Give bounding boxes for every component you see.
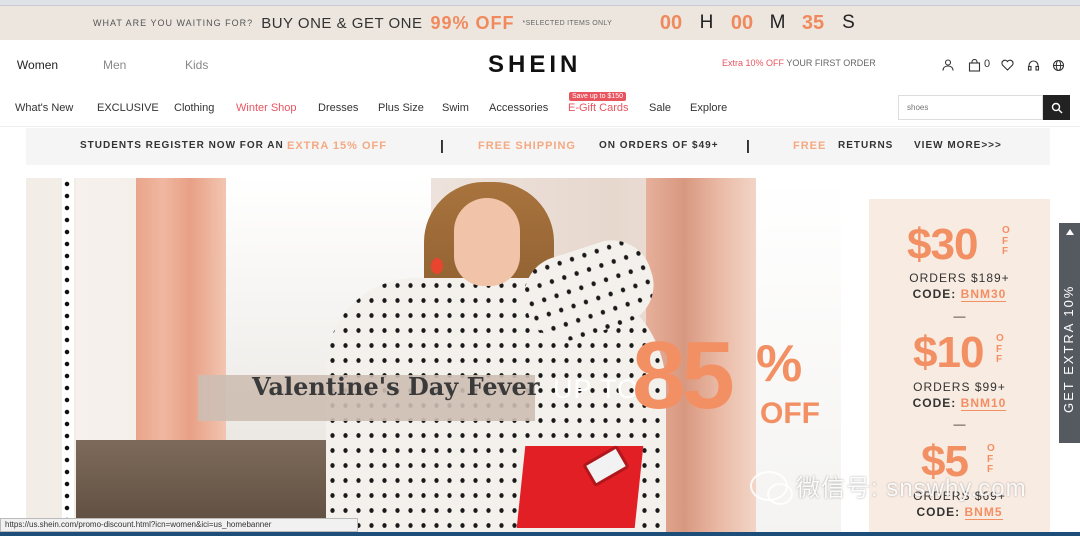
students-offer[interactable]: EXTRA 15% OFF	[287, 140, 387, 152]
hero-banner[interactable]: Valentine's Day Fever UP TO 85 % OFF	[26, 178, 841, 536]
hero-title: Valentine's Day Fever	[252, 372, 540, 401]
search-input[interactable]	[899, 96, 1042, 119]
status-bar-url: https://us.shein.com/promo-discount.html…	[0, 518, 358, 532]
coupon-code-label: CODE:	[916, 505, 961, 519]
watermark-text: 微信号: snswhy.com	[796, 475, 1027, 502]
first-order-offer[interactable]: Extra 10% OFF YOUR FIRST ORDER	[722, 58, 876, 68]
countdown-minutes-unit: M	[769, 12, 786, 33]
os-taskbar	[0, 532, 1080, 536]
countdown-hours-unit: H	[699, 12, 714, 33]
returns-text: RETURNS	[838, 140, 894, 151]
free-shipping-condition: ON ORDERS OF $49+	[599, 140, 719, 151]
promo-note: *SELECTED ITEMS ONLY	[522, 19, 613, 27]
coupon-off: OFF	[996, 333, 1004, 365]
coupon-code-value[interactable]: BNM10	[960, 396, 1007, 411]
shein-logo[interactable]: SHEIN	[488, 51, 581, 79]
nav-plus-size[interactable]: Plus Size	[378, 102, 424, 114]
bag-icon[interactable]	[966, 57, 982, 73]
wechat-icon	[750, 470, 793, 505]
view-more-link[interactable]: VIEW MORE>>>	[914, 140, 1002, 151]
first-order-rest: YOUR FIRST ORDER	[784, 58, 876, 68]
coupon-amount: $10	[913, 328, 984, 377]
bag-count: 0	[984, 58, 991, 70]
search-icon	[1051, 102, 1062, 113]
coupon-amount: $30	[907, 220, 978, 269]
coupon-code-value[interactable]: BNM30	[960, 287, 1007, 302]
coupon-code-value[interactable]: BNM5	[964, 505, 1003, 520]
coupon-orders: ORDERS $99+	[913, 380, 1006, 394]
promo-question: WHAT ARE YOU WAITING FOR?	[93, 18, 254, 28]
hero-percent-value: 85	[632, 322, 735, 429]
model-face	[454, 198, 520, 286]
nav-dresses[interactable]: Dresses	[318, 102, 358, 114]
globe-icon[interactable]	[1050, 57, 1066, 73]
tab-women[interactable]: Women	[0, 41, 75, 89]
countdown-seconds-unit: S	[842, 12, 855, 33]
free-returns-label: FREE	[793, 140, 827, 152]
nav-sale[interactable]: Sale	[649, 102, 671, 114]
polka-dot-strip	[26, 178, 76, 536]
nav-e-gift-cards[interactable]: E-Gift Cards	[568, 102, 629, 114]
hero-off: OFF	[760, 397, 820, 430]
coupon-code-label: CODE:	[912, 396, 957, 410]
nav-winter-shop[interactable]: Winter Shop	[236, 102, 297, 114]
students-text: STUDENTS REGISTER NOW FOR AN	[80, 140, 284, 151]
coupon-code: CODE: BNM5	[869, 505, 1050, 520]
countdown-seconds: 35	[801, 11, 825, 34]
countdown-hours: 00	[659, 11, 683, 34]
site-header: Women Men Kids SHEIN Extra 10% OFF YOUR …	[0, 41, 1080, 89]
search-button[interactable]	[1043, 95, 1070, 120]
separator: |	[746, 137, 750, 153]
nav-whats-new[interactable]: What's New	[15, 102, 73, 114]
hero-percent-sign: %	[756, 335, 803, 393]
countdown-minutes: 00	[730, 11, 754, 34]
tab-men[interactable]: Men	[103, 41, 126, 89]
coupon-separator: —	[953, 309, 966, 323]
wechat-watermark: 微信号: snswhy.com	[750, 468, 1027, 505]
hero-curtain-left	[136, 178, 226, 478]
separator: |	[440, 137, 444, 153]
nav-exclusive[interactable]: EXCLUSIVE	[97, 102, 159, 114]
coupon-code: CODE: BNM30	[869, 287, 1050, 302]
promo-countdown-bar[interactable]: WHAT ARE YOU WAITING FOR? BUY ONE & GET …	[0, 6, 1080, 40]
model-earring	[431, 258, 443, 274]
countdown-timer: 00 H 00 M 35 S	[658, 6, 871, 40]
category-nav: What's New EXCLUSIVE Clothing Winter Sho…	[0, 89, 1080, 127]
heart-icon[interactable]	[999, 57, 1015, 73]
hero-up-to: UP TO	[553, 374, 640, 404]
search-field[interactable]	[898, 95, 1043, 120]
side-tab-label: GET EXTRA 10%	[1061, 284, 1076, 413]
coupon-code-label: CODE:	[912, 287, 957, 301]
nav-accessories[interactable]: Accessories	[489, 102, 548, 114]
promo-deal: BUY ONE & GET ONE	[261, 14, 423, 32]
shipping-info-bar: STUDENTS REGISTER NOW FOR AN EXTRA 15% O…	[26, 128, 1050, 165]
user-icon[interactable]	[940, 57, 956, 73]
promo-discount: 99% OFF	[430, 12, 515, 33]
nav-clothing[interactable]: Clothing	[174, 102, 214, 114]
coupon-separator: —	[953, 417, 966, 431]
first-order-highlight: Extra 10% OFF	[722, 58, 785, 68]
coupon-orders: ORDERS $189+	[909, 271, 1010, 285]
free-shipping-label: FREE SHIPPING	[478, 140, 576, 152]
tab-kids[interactable]: Kids	[185, 41, 208, 89]
nav-swim[interactable]: Swim	[442, 102, 469, 114]
coupon-code: CODE: BNM10	[869, 396, 1050, 411]
coupon-off: OFF	[1002, 225, 1010, 257]
gift-card-badge: Save up to $150	[569, 92, 626, 101]
headset-icon[interactable]	[1025, 57, 1041, 73]
nav-explore[interactable]: Explore	[690, 102, 727, 114]
